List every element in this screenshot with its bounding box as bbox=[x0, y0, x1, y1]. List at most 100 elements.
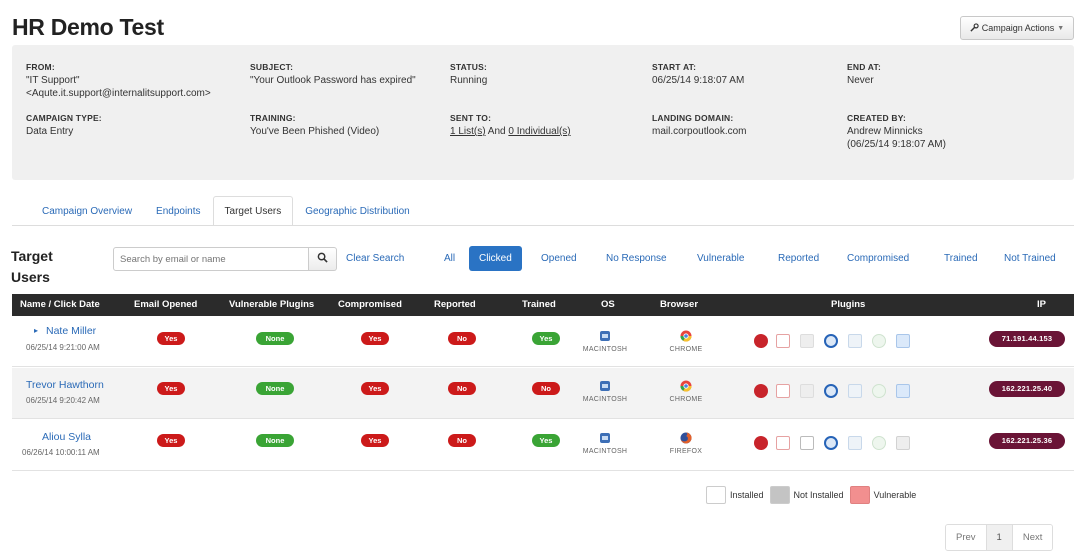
header-plugins: Plugins bbox=[831, 299, 866, 310]
subject-field: SUBJECT: "Your Outlook Password has expi… bbox=[250, 62, 416, 86]
compromised-badge: Yes bbox=[361, 332, 389, 345]
silverlight-plugin-icon bbox=[848, 436, 862, 450]
sent-individuals-link[interactable]: 0 Individual(s) bbox=[508, 126, 570, 137]
click-date: 06/25/14 9:20:42 AM bbox=[26, 396, 100, 405]
header-vulnerable-plugins[interactable]: Vulnerable Plugins bbox=[229, 299, 314, 310]
windows-media-plugin-icon bbox=[896, 334, 910, 348]
clear-search-link[interactable]: Clear Search bbox=[346, 253, 404, 264]
quicktime-plugin-icon bbox=[754, 334, 768, 348]
user-name-link[interactable]: Trevor Hawthorn bbox=[26, 379, 104, 391]
header-email-opened[interactable]: Email Opened bbox=[134, 299, 197, 310]
java-plugin-icon bbox=[800, 384, 814, 398]
chrome-icon bbox=[656, 330, 716, 344]
created-by-field: CREATED BY: Andrew Minnicks (06/25/14 9:… bbox=[847, 113, 946, 150]
browser-cell: CHROME bbox=[656, 330, 716, 353]
filter-all[interactable]: All bbox=[444, 253, 455, 264]
filter-compromised[interactable]: Compromised bbox=[847, 253, 909, 264]
ip-badge: 162.221.25.36 bbox=[989, 433, 1065, 449]
start-at-field: START AT: 06/25/14 9:18:07 AM bbox=[652, 62, 745, 86]
vulnerable-plugins-badge: None bbox=[256, 382, 294, 395]
tab-target-users[interactable]: Target Users bbox=[212, 196, 294, 226]
pagination: Prev 1 Next bbox=[945, 524, 1054, 551]
email-opened-badge: Yes bbox=[157, 332, 185, 345]
os-cell: MACINTOSH bbox=[575, 432, 635, 455]
os-cell: MACINTOSH bbox=[575, 330, 635, 353]
email-opened-badge: Yes bbox=[157, 382, 185, 395]
filter-not-trained[interactable]: Not Trained bbox=[1004, 253, 1056, 264]
vulnerable-label: Vulnerable bbox=[873, 490, 917, 500]
header-reported[interactable]: Reported bbox=[434, 299, 476, 310]
firefox-icon bbox=[656, 432, 716, 446]
tab-campaign-overview[interactable]: Campaign Overview bbox=[30, 196, 144, 226]
installed-label: Installed bbox=[730, 490, 764, 500]
sent-lists-link[interactable]: 1 List(s) bbox=[450, 126, 486, 137]
compromised-badge: Yes bbox=[361, 434, 389, 447]
campaign-actions-button[interactable]: Campaign Actions ▼ bbox=[960, 16, 1074, 40]
campaign-info-panel: FROM: "IT Support" <Aqute.it.support@int… bbox=[12, 45, 1074, 180]
windows-media-plugin-icon bbox=[896, 384, 910, 398]
from-field: FROM: "IT Support" <Aqute.it.support@int… bbox=[26, 62, 211, 99]
acrobat-plugin-icon bbox=[776, 384, 790, 398]
realplayer-plugin-icon bbox=[872, 436, 886, 450]
next-page-button[interactable]: Next bbox=[1012, 525, 1053, 550]
not-installed-swatch bbox=[769, 486, 790, 504]
installed-swatch bbox=[706, 486, 726, 504]
click-date: 06/25/14 9:21:00 AM bbox=[26, 343, 100, 352]
shockwave-plugin-icon bbox=[824, 384, 838, 398]
windows-media-plugin-icon bbox=[896, 436, 910, 450]
ip-badge: 162.221.25.40 bbox=[989, 381, 1065, 397]
header-name-click-date[interactable]: Name / Click Date bbox=[20, 299, 100, 310]
silverlight-plugin-icon bbox=[848, 334, 862, 348]
silverlight-plugin-icon bbox=[848, 384, 862, 398]
header-browser[interactable]: Browser bbox=[660, 299, 698, 310]
search-icon bbox=[317, 252, 328, 266]
reported-badge: No bbox=[448, 434, 476, 447]
compromised-badge: Yes bbox=[361, 382, 389, 395]
reported-badge: No bbox=[448, 382, 476, 395]
table-header: Name / Click Date Email Opened Vulnerabl… bbox=[12, 294, 1074, 316]
chrome-icon bbox=[656, 380, 716, 394]
browser-cell: FIREFOX bbox=[656, 432, 716, 455]
target-users-heading: Target Users bbox=[11, 248, 53, 285]
campaign-tabs: Campaign Overview Endpoints Target Users… bbox=[30, 196, 422, 226]
reported-badge: No bbox=[448, 332, 476, 345]
expand-arrow-icon[interactable]: ▸ bbox=[34, 326, 38, 335]
wrench-icon bbox=[970, 22, 979, 34]
quicktime-plugin-icon bbox=[754, 436, 768, 450]
prev-page-button[interactable]: Prev bbox=[946, 525, 987, 550]
email-opened-badge: Yes bbox=[157, 434, 185, 447]
campaign-actions-label: Campaign Actions bbox=[981, 23, 1055, 33]
header-compromised[interactable]: Compromised bbox=[338, 299, 402, 310]
click-date: 06/26/14 10:00:11 AM bbox=[22, 448, 100, 457]
current-page[interactable]: 1 bbox=[986, 525, 1013, 550]
search-input[interactable] bbox=[113, 247, 309, 271]
browser-cell: CHROME bbox=[656, 380, 716, 403]
header-ip[interactable]: IP bbox=[1037, 299, 1046, 310]
landing-domain-field: LANDING DOMAIN: mail.corpoutlook.com bbox=[652, 113, 747, 137]
tab-geographic-distribution[interactable]: Geographic Distribution bbox=[293, 196, 422, 226]
not-installed-label: Not Installed bbox=[793, 490, 844, 500]
ip-badge: 71.191.44.153 bbox=[989, 331, 1065, 347]
realplayer-plugin-icon bbox=[872, 334, 886, 348]
vulnerable-plugins-badge: None bbox=[256, 332, 294, 345]
tabs-divider bbox=[12, 225, 1074, 226]
filter-trained[interactable]: Trained bbox=[944, 253, 978, 264]
os-cell: MACINTOSH bbox=[575, 380, 635, 403]
macintosh-icon bbox=[575, 432, 635, 446]
header-os[interactable]: OS bbox=[601, 299, 615, 310]
end-at-field: END AT: Never bbox=[847, 62, 881, 86]
realplayer-plugin-icon bbox=[872, 384, 886, 398]
acrobat-plugin-icon bbox=[776, 334, 790, 348]
user-name-link[interactable]: Nate Miller bbox=[46, 325, 96, 337]
tab-endpoints[interactable]: Endpoints bbox=[144, 196, 212, 226]
page-title: HR Demo Test bbox=[12, 14, 164, 40]
filter-reported[interactable]: Reported bbox=[778, 253, 819, 264]
user-name-link[interactable]: Aliou Sylla bbox=[42, 431, 91, 443]
filter-opened[interactable]: Opened bbox=[541, 253, 577, 264]
search-button[interactable] bbox=[309, 247, 337, 271]
table-row: ▸ Nate Miller 06/25/14 9:21:00 AM Yes No… bbox=[12, 316, 1074, 367]
filter-vulnerable[interactable]: Vulnerable bbox=[697, 253, 744, 264]
filter-no-response[interactable]: No Response bbox=[606, 253, 667, 264]
filter-clicked[interactable]: Clicked bbox=[469, 246, 522, 271]
header-trained[interactable]: Trained bbox=[522, 299, 556, 310]
